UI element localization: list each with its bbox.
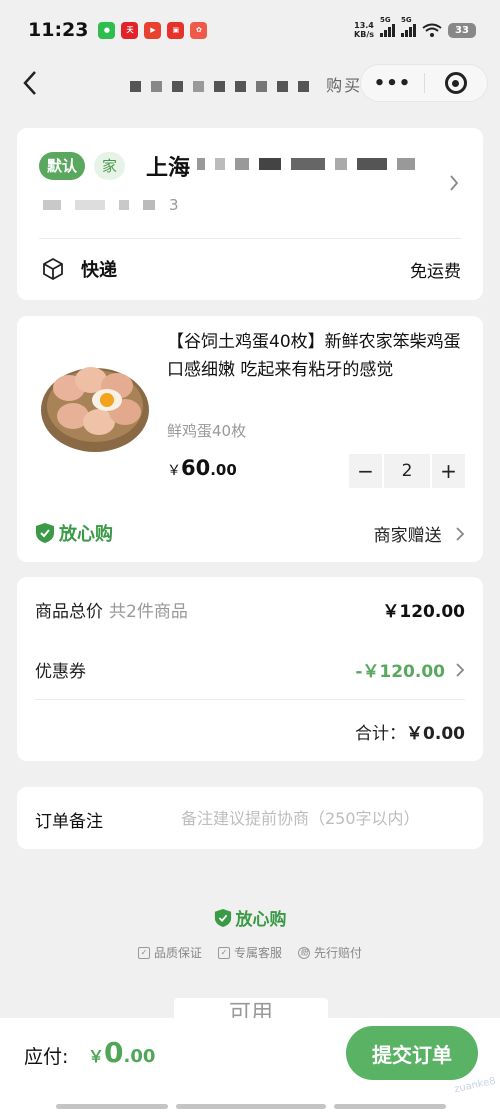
shield-icon: 赔	[298, 946, 310, 959]
submit-order-button[interactable]: 提交订单	[346, 1026, 478, 1080]
total-label: 合计：	[355, 724, 407, 744]
target-icon	[444, 72, 467, 94]
page-title-text: 购买	[326, 76, 363, 95]
guarantee-service-label: 专属客服	[233, 946, 282, 960]
payable-integer: 0	[104, 1036, 124, 1069]
assurance-badge: 放心购	[35, 520, 113, 546]
signal-icon-2: 5G	[401, 16, 416, 37]
net-speed: 13.4 KB/s	[354, 21, 374, 39]
price-summary-card: 商品总价 共2件商品 ￥120.00 优惠券 -￥120.00 合计： ￥0.0…	[17, 577, 483, 761]
shop-app-icon: ▣	[167, 21, 185, 39]
available-coupons-tab[interactable]: 可用	[174, 998, 328, 1020]
order-remark-card: 订单备注	[17, 787, 483, 849]
nav-bar: 购买 •••	[0, 60, 500, 106]
assurance-label: 放心购	[59, 524, 113, 545]
price-currency: ￥	[167, 463, 181, 479]
price-decimal: .00	[210, 461, 237, 479]
unit-price: ￥60.00	[167, 456, 237, 480]
payable-amount: ￥0.00	[88, 1036, 155, 1069]
subtotal-row: 商品总价 共2件商品 ￥120.00	[35, 597, 465, 622]
payable-currency: ￥	[88, 1047, 105, 1066]
address-detail: 3	[43, 196, 179, 214]
back-button[interactable]	[22, 66, 52, 100]
check-icon: ✓	[137, 946, 150, 959]
address-blurred	[197, 158, 415, 170]
divider	[35, 699, 465, 700]
video-app-icon: ▶	[144, 21, 162, 39]
status-time: 11:23	[28, 19, 89, 41]
home-indicator	[176, 1104, 326, 1109]
footer-assurance: 放心购	[0, 905, 500, 930]
home-indicator	[334, 1104, 446, 1109]
merchant-gift-link[interactable]: 商家赠送	[374, 521, 465, 546]
guarantee-list: ✓ 品质保证 ✓ 专属客服 赔先行赔付	[0, 944, 500, 961]
subtotal-label: 商品总价	[35, 602, 103, 622]
guarantee-compensation-label: 先行赔付	[314, 946, 363, 960]
status-bar: 11:23 ● 天 ▶ ▣ ✿ 13.4 KB/s 5G 5G 33	[0, 0, 500, 60]
payable-decimal: .00	[123, 1046, 156, 1067]
total-row: 合计： ￥0.00	[35, 719, 465, 744]
chevron-left-icon	[23, 71, 36, 95]
guarantee-service: ✓ 专属客服	[217, 944, 282, 961]
signal-label-2: 5G	[401, 16, 412, 24]
payable-label: 应付:	[24, 1046, 69, 1068]
notification-icons: ● 天 ▶ ▣ ✿	[98, 21, 208, 39]
guarantee-quality: ✓ 品质保证	[137, 944, 202, 961]
shipping-row: 快递 免运费	[41, 254, 461, 284]
shield-icon	[214, 908, 231, 927]
price-integer: 60	[181, 456, 211, 480]
signal-label: 5G	[380, 16, 391, 24]
tmall-icon: 天	[121, 21, 139, 39]
guarantee-quality-label: 品质保证	[153, 946, 202, 960]
quantity-value[interactable]: 2	[384, 454, 430, 488]
increase-button[interactable]: +	[432, 454, 465, 488]
product-image	[41, 367, 149, 452]
address-card[interactable]: 默认 家 上海 3 快递 免运费	[17, 128, 483, 300]
quantity-stepper: − 2 +	[349, 454, 465, 488]
signal-icon: 5G	[380, 16, 395, 37]
game-app-icon: ✿	[190, 21, 208, 39]
guarantee-compensation: 赔先行赔付	[298, 944, 362, 961]
shield-icon	[36, 523, 54, 543]
total-value: ￥0.00	[406, 724, 465, 744]
decrease-button[interactable]: −	[349, 454, 382, 488]
page-title: 购买	[130, 72, 362, 96]
shipping-fee: 免运费	[410, 261, 461, 282]
remark-label: 订单备注	[35, 812, 103, 832]
package-icon	[43, 257, 63, 281]
item-count: 共2件商品	[109, 602, 188, 622]
chevron-right-icon	[456, 662, 465, 677]
coupon-value: -￥120.00	[355, 662, 445, 682]
coupon-row[interactable]: 优惠券 -￥120.00	[35, 657, 465, 682]
product-card: 【谷饲土鸡蛋40枚】新鲜农家笨柴鸡蛋 口感细嫩 吃起来有粘牙的感觉 鲜鸡蛋40枚…	[17, 316, 483, 562]
address-city: 上海	[146, 156, 191, 181]
remark-input[interactable]	[181, 801, 471, 835]
chevron-right-icon	[449, 174, 459, 197]
merchant-gift-label: 商家赠送	[373, 526, 442, 546]
battery-icon: 33	[448, 22, 476, 38]
net-speed-unit: KB/s	[354, 30, 374, 39]
subtotal-value: ￥120.00	[382, 602, 465, 622]
close-mini-program-button[interactable]	[425, 72, 487, 94]
net-speed-value: 13.4	[354, 21, 374, 30]
address-detail-suffix: 3	[169, 196, 179, 214]
footer-assurance-label: 放心购	[235, 910, 287, 930]
home-tag: 家	[94, 152, 126, 180]
checkout-bar: 应付: ￥0.00 提交订单	[0, 1018, 500, 1112]
wechat-icon: ●	[98, 21, 116, 39]
status-indicators: 13.4 KB/s 5G 5G 33	[354, 16, 476, 39]
check-icon: ✓	[217, 946, 230, 959]
shipping-method: 快递	[81, 260, 117, 281]
product-spec: 鲜鸡蛋40枚	[167, 422, 247, 440]
coupon-label: 优惠券	[35, 662, 86, 682]
home-indicator	[56, 1104, 168, 1109]
product-title[interactable]: 【谷饲土鸡蛋40枚】新鲜农家笨柴鸡蛋 口感细嫩 吃起来有粘牙的感觉	[167, 328, 467, 384]
wifi-icon	[422, 23, 442, 37]
chevron-right-icon	[456, 527, 465, 541]
mini-program-capsule: •••	[360, 64, 488, 102]
default-tag: 默认	[39, 152, 86, 180]
divider	[39, 238, 461, 239]
more-button[interactable]: •••	[361, 73, 424, 94]
